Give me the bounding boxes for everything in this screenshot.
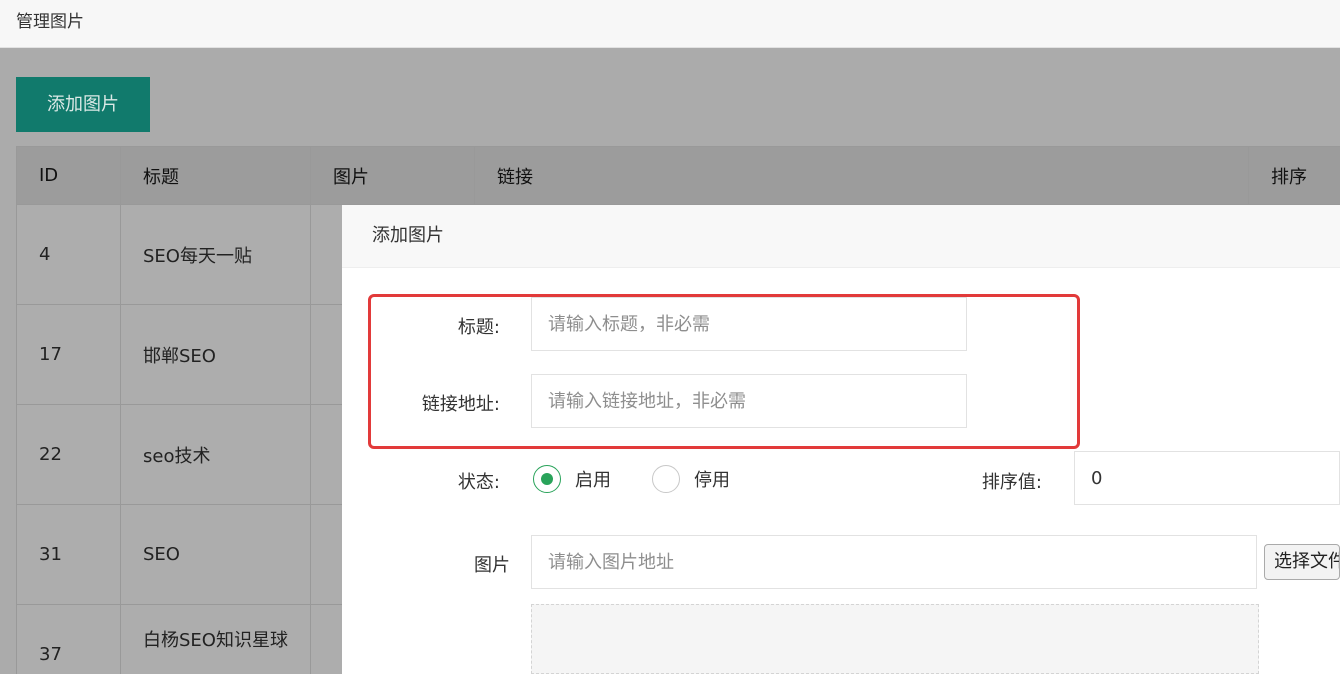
cell-title: 邯郸SEO (120, 304, 311, 405)
sort-value-input[interactable] (1074, 451, 1340, 505)
cell-id: 22 (16, 404, 121, 505)
radio-unchecked-icon[interactable] (652, 465, 680, 493)
image-label: 图片 (474, 555, 510, 576)
table-header-row: ID 标题 图片 链接 排序 (16, 146, 1340, 205)
column-header-link: 链接 (474, 146, 1249, 205)
highlight-box (368, 294, 1080, 449)
dialog-title: 添加图片 (342, 205, 1340, 268)
cell-id: 17 (16, 304, 121, 405)
cell-title: seo技术 (120, 404, 311, 505)
radio-checked-icon[interactable] (533, 465, 561, 493)
cell-title: SEO每天一贴 (120, 204, 311, 305)
status-label: 状态: (457, 472, 500, 493)
top-bar: 管理图片 (0, 0, 1340, 48)
column-header-sort: 排序 (1248, 146, 1340, 205)
cell-id: 37 (16, 604, 121, 674)
cell-title: SEO (120, 504, 311, 605)
status-disabled-option[interactable]: 停用 (652, 465, 730, 493)
column-header-id: ID (16, 146, 121, 205)
column-header-image: 图片 (310, 146, 475, 205)
cell-id: 31 (16, 504, 121, 605)
status-enabled-option[interactable]: 启用 (533, 465, 611, 493)
status-disabled-label: 停用 (694, 470, 730, 491)
add-image-button[interactable]: 添加图片 (16, 77, 150, 132)
cell-title: 白杨SEO知识星球 (120, 604, 311, 674)
column-header-title: 标题 (120, 146, 311, 205)
page-title: 管理图片 (16, 12, 84, 32)
cell-id: 4 (16, 204, 121, 305)
status-enabled-label: 启用 (575, 470, 611, 491)
radio-dot-icon (541, 473, 553, 485)
choose-file-button[interactable]: 选择文件 (1264, 544, 1340, 580)
image-preview-area[interactable] (531, 604, 1259, 674)
sort-label: 排序值: (981, 472, 1042, 493)
image-url-input[interactable] (531, 535, 1257, 589)
